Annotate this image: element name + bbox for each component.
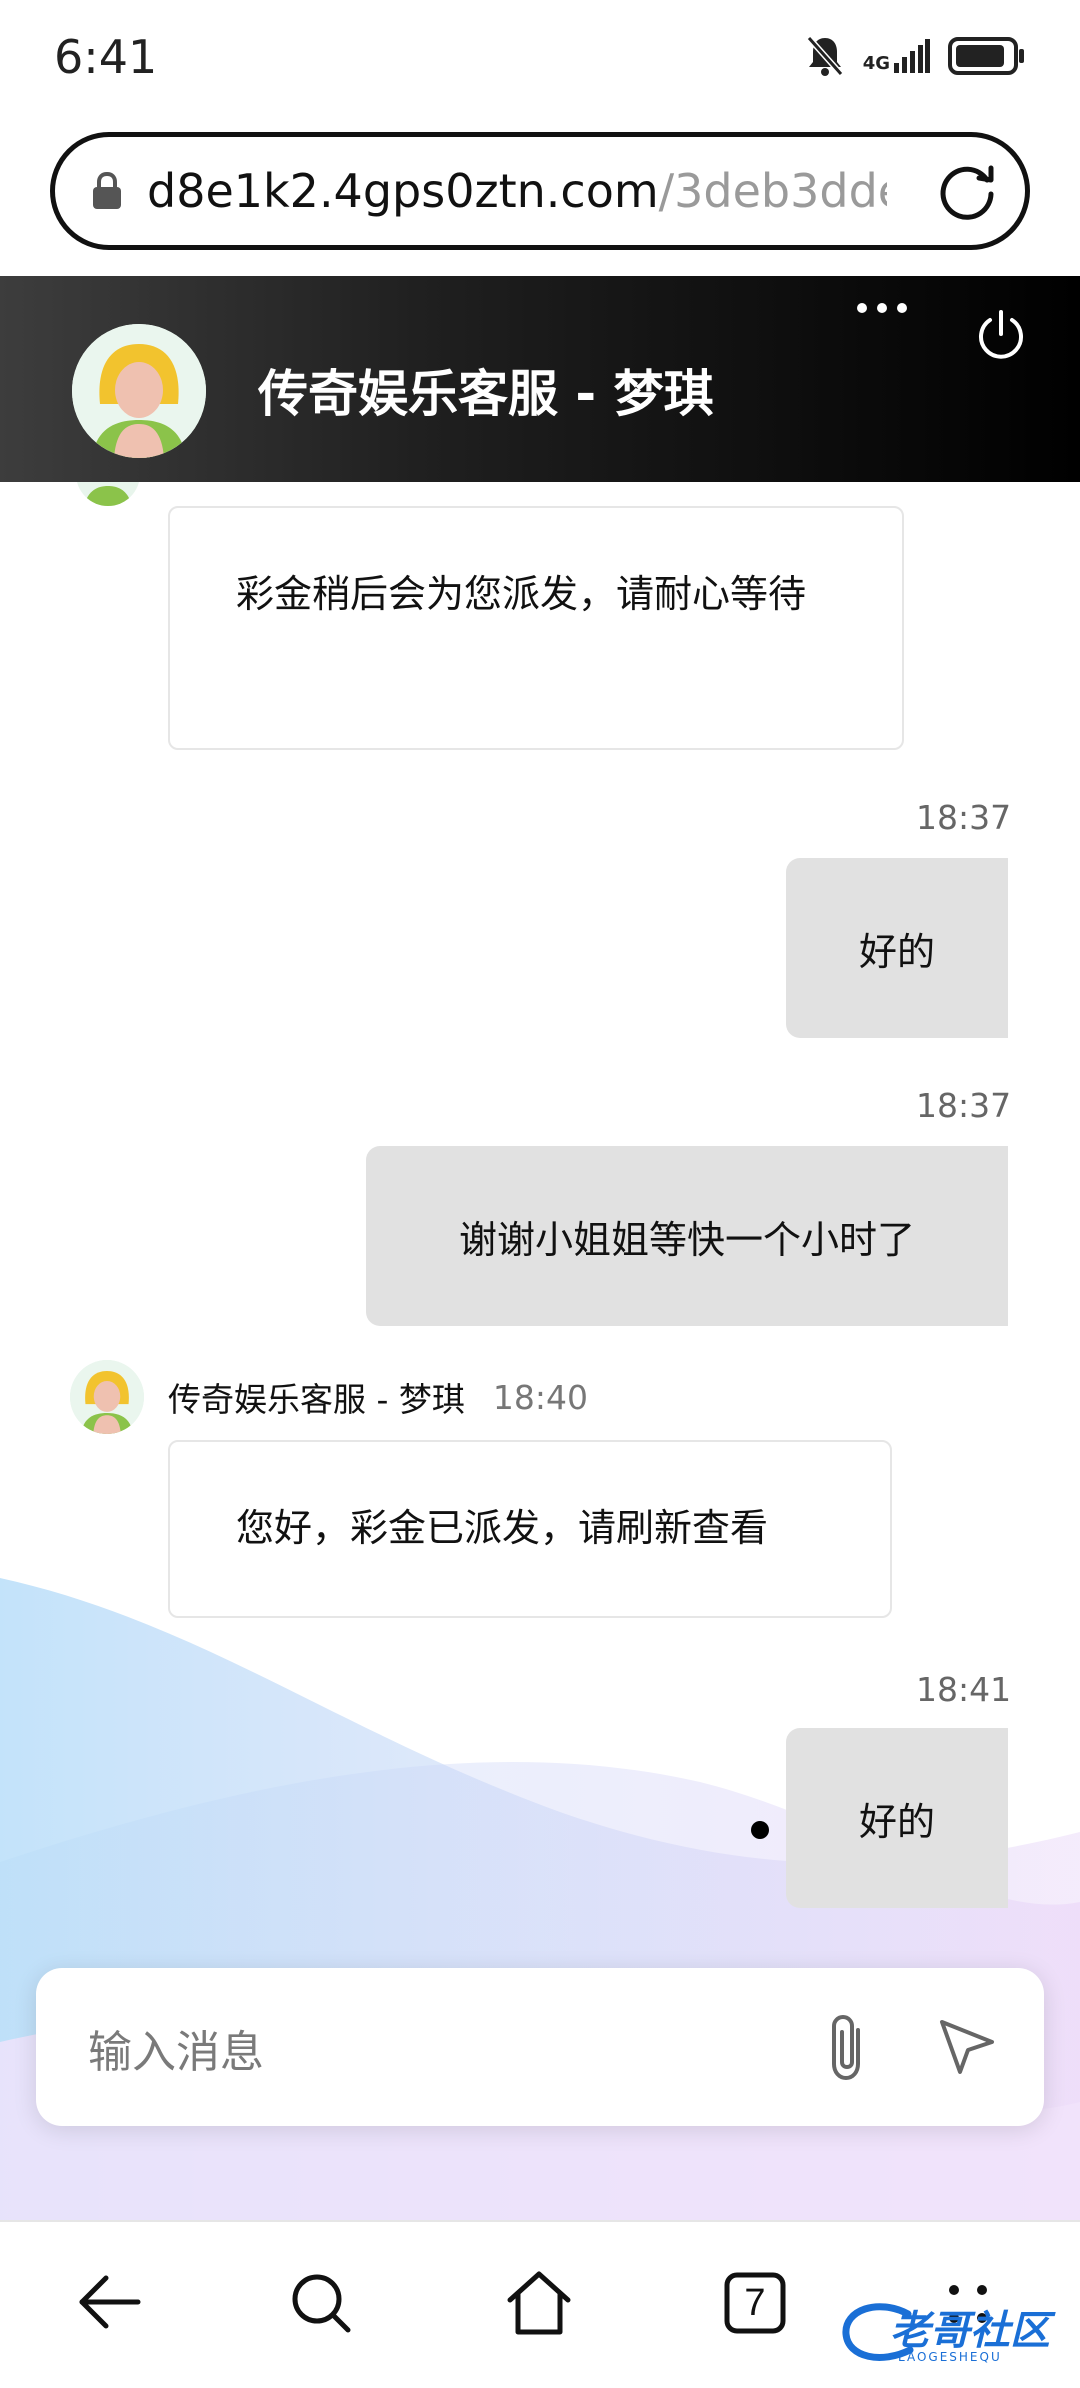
tabs-button[interactable]: 7 <box>724 2272 786 2334</box>
home-icon[interactable] <box>504 2268 574 2338</box>
message-input-bar[interactable]: 输入消息 <box>36 1968 1044 2126</box>
signal-group: 4G <box>863 39 930 73</box>
battery-icon <box>948 37 1024 75</box>
attachment-icon[interactable] <box>820 2012 876 2082</box>
message-time: 18:41 <box>916 1670 1012 1709</box>
url-host: d8e1k2.4gps0ztn.com <box>147 164 659 218</box>
sender-row: 传奇娱乐客服 - 梦琪 18:40 <box>70 1360 588 1434</box>
message-bubble-outgoing: 好的 <box>786 1728 1008 1908</box>
reload-icon[interactable] <box>937 160 999 222</box>
watermark-logo: 老哥社区 LAOGESHEQU <box>838 2294 1068 2374</box>
watermark-subtext: LAOGESHEQU <box>898 2350 1002 2364</box>
watermark-text: 老哥社区 <box>890 2308 1050 2354</box>
message-bubble-incoming: 彩金稍后会为您派发，请耐心等待 <box>168 506 904 750</box>
message-time: 18:40 <box>492 1377 588 1417</box>
signal-icon <box>894 39 930 73</box>
bell-muted-icon <box>806 36 843 76</box>
power-icon[interactable] <box>974 308 1028 362</box>
sender-name: 传奇娱乐客服 - 梦琪 <box>168 1380 465 1419</box>
status-icons: 4G <box>805 34 1026 78</box>
lock-icon <box>93 171 121 209</box>
message-time: 18:37 <box>916 798 1012 837</box>
read-status-dot <box>751 1821 769 1839</box>
network-type: 4G <box>862 53 890 74</box>
sender-avatar[interactable] <box>70 1360 144 1434</box>
status-bar: 6:41 4G <box>0 0 1080 118</box>
message-bubble-outgoing: 谢谢小姐姐等快一个小时了 <box>366 1146 1008 1326</box>
url-path: /3deb3ddef <box>658 164 887 218</box>
search-icon[interactable] <box>290 2272 354 2336</box>
message-input[interactable]: 输入消息 <box>88 2016 264 2080</box>
chat-title: 传奇娱乐客服 - 梦琪 <box>258 365 714 423</box>
agent-avatar[interactable] <box>72 324 206 458</box>
status-time: 6:41 <box>54 30 158 84</box>
chat-header: 传奇娱乐客服 - 梦琪 <box>0 276 1080 482</box>
message-time: 18:37 <box>916 1086 1012 1125</box>
chat-messages[interactable]: 彩金稍后会为您派发，请耐心等待 18:37 好的 18:37 谢谢小姐姐等快一个… <box>0 482 1080 2222</box>
message-bubble-outgoing: 好的 <box>786 858 1008 1038</box>
message-bubble-incoming: 您好，彩金已派发，请刷新查看 <box>168 1440 892 1618</box>
sender-avatar-image <box>70 1360 144 1434</box>
more-icon[interactable] <box>856 300 908 316</box>
url-text[interactable]: d8e1k2.4gps0ztn.com/3deb3ddef <box>147 164 887 218</box>
tabs-count: 7 <box>744 2281 766 2324</box>
agent-avatar-image <box>72 324 206 458</box>
send-icon[interactable] <box>938 2018 996 2076</box>
address-bar[interactable]: d8e1k2.4gps0ztn.com/3deb3ddef <box>50 132 1030 250</box>
back-icon[interactable] <box>76 2272 142 2332</box>
